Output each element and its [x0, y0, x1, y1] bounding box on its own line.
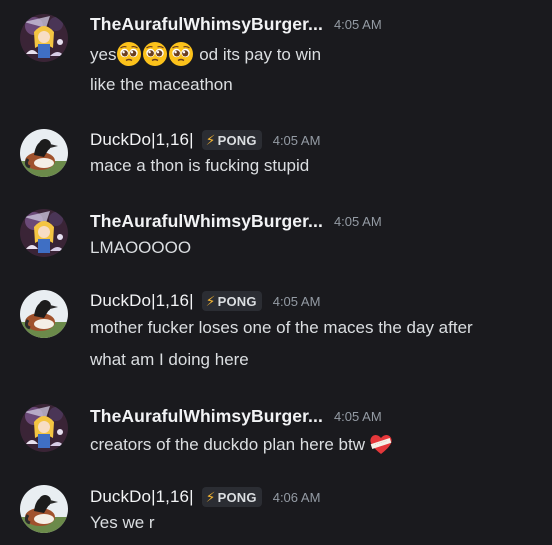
bolt-icon: ⚡ — [205, 131, 216, 148]
avatar[interactable] — [20, 404, 68, 452]
message-text: what am I doing here — [90, 350, 249, 369]
avatar[interactable] — [20, 129, 68, 177]
message-text: yes od its pay to win — [90, 41, 321, 65]
server-tag[interactable]: ⚡ PONG — [201, 291, 262, 311]
timestamp[interactable]: 4:05 AM — [334, 409, 382, 424]
mending-heart-icon — [368, 431, 394, 457]
message-header: TheAurafulWhimsyBurger... 4:05 AM — [90, 209, 382, 233]
message-header: DuckDo|1,16| ⚡ PONG 4:06 AM — [90, 485, 320, 509]
timestamp[interactable]: 4:05 AM — [334, 214, 382, 229]
bolt-icon: ⚡ — [205, 488, 216, 505]
pleading-face-icon — [168, 41, 194, 67]
avatar[interactable] — [20, 290, 68, 338]
message-header: TheAurafulWhimsyBurger... 4:05 AM — [90, 12, 382, 36]
username[interactable]: DuckDo|1,16| — [90, 487, 194, 507]
message-header: DuckDo|1,16| ⚡ PONG 4:05 AM — [90, 289, 320, 313]
username[interactable]: DuckDo|1,16| — [90, 291, 194, 311]
message-text-part: yes — [90, 45, 117, 64]
bolt-icon: ⚡ — [205, 292, 216, 309]
message-text: mother fucker loses one of the maces the… — [90, 318, 473, 337]
message-text: like the maceathon — [90, 75, 233, 94]
username[interactable]: TheAurafulWhimsyBurger... — [90, 211, 323, 232]
timestamp[interactable]: 4:05 AM — [273, 294, 321, 309]
message-text: creators of the duckdo plan here btw — [90, 431, 394, 455]
server-tag[interactable]: ⚡ PONG — [201, 130, 262, 150]
message-header: DuckDo|1,16| ⚡ PONG 4:05 AM — [90, 128, 320, 152]
server-tag[interactable]: ⚡ PONG — [201, 487, 262, 507]
message-text: LMAOOOOO — [90, 238, 192, 257]
avatar[interactable] — [20, 209, 68, 257]
username[interactable]: DuckDo|1,16| — [90, 130, 194, 150]
pleading-face-icon — [142, 41, 168, 67]
timestamp[interactable]: 4:06 AM — [273, 490, 321, 505]
avatar[interactable] — [20, 485, 68, 533]
message-text-part: od its pay to win — [199, 45, 322, 64]
timestamp[interactable]: 4:05 AM — [334, 17, 382, 32]
username[interactable]: TheAurafulWhimsyBurger... — [90, 14, 323, 35]
server-tag-label: PONG — [217, 293, 257, 309]
message-header: TheAurafulWhimsyBurger... 4:05 AM — [90, 404, 382, 428]
pleading-face-icon — [116, 41, 142, 67]
message-text: mace a thon is fucking stupid — [90, 156, 310, 175]
username[interactable]: TheAurafulWhimsyBurger... — [90, 406, 323, 427]
server-tag-label: PONG — [217, 132, 257, 148]
avatar[interactable] — [20, 14, 68, 62]
message-text-part: creators of the duckdo plan here btw — [90, 435, 365, 454]
message-text: Yes we r — [90, 513, 155, 532]
timestamp[interactable]: 4:05 AM — [273, 133, 321, 148]
server-tag-label: PONG — [217, 489, 257, 505]
